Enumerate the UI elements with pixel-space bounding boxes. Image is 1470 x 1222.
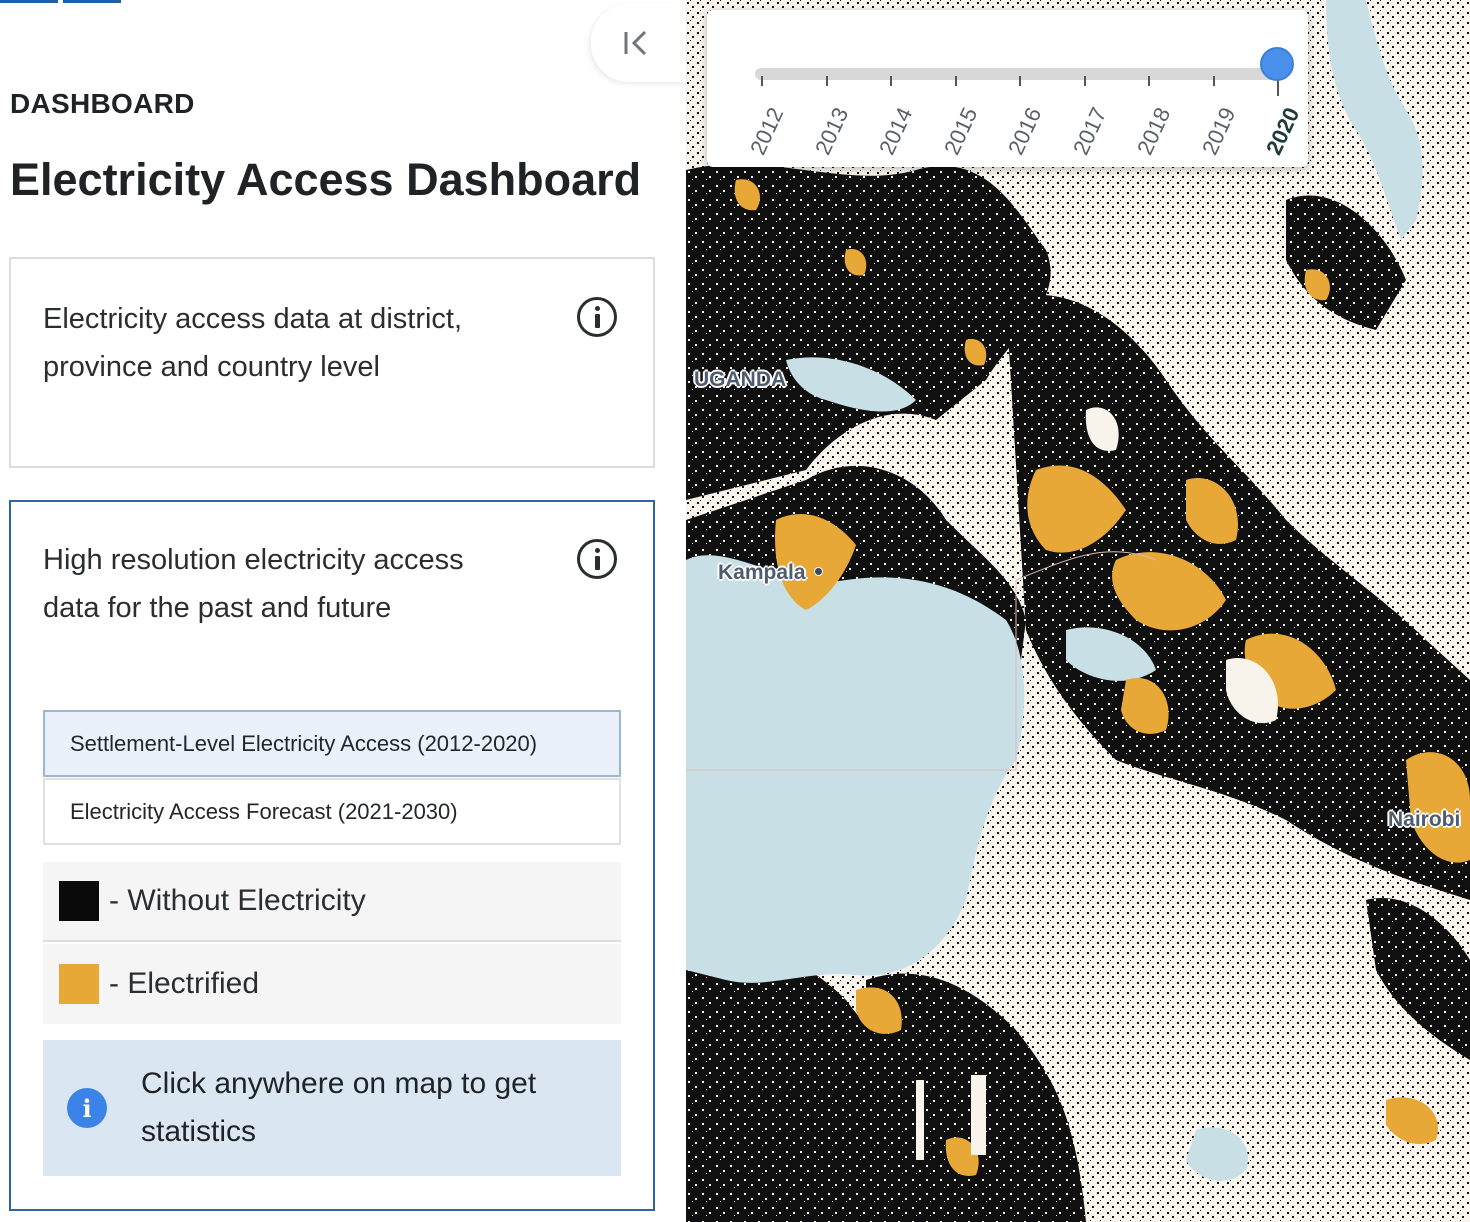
city-label-nairobi: Nairobi [1388, 808, 1461, 831]
year-label-2018[interactable]: 2018 [1132, 104, 1176, 159]
collapse-sidebar-button[interactable] [591, 4, 701, 82]
city-marker [814, 567, 823, 576]
legend-swatch [59, 881, 99, 921]
layer-option-settlement-access[interactable]: Settlement-Level Electricity Access (201… [43, 710, 621, 777]
top-accent-bar [63, 0, 121, 3]
year-tick [761, 76, 763, 86]
year-label-2015[interactable]: 2015 [939, 104, 983, 159]
legend-item-without-electricity: - Without Electricity [43, 862, 621, 942]
year-tick [825, 76, 828, 86]
top-accent-bar [0, 0, 58, 3]
year-label-2013[interactable]: 2013 [810, 104, 854, 159]
year-tick [954, 76, 957, 86]
slider-thumb[interactable] [1260, 47, 1294, 81]
year-tick [1148, 76, 1150, 86]
year-tick [1019, 76, 1021, 86]
year-tick [1212, 76, 1215, 86]
high-resolution-data-card[interactable]: High resolution electricity access data … [9, 500, 655, 1211]
map-click-notice: i Click anywhere on map to get statistic… [43, 1040, 621, 1176]
layer-option-label: Electricity Access Forecast (2021-2030) [70, 798, 458, 824]
sidebar-panel: DASHBOARD Electricity Access Dashboard E… [0, 0, 701, 1222]
section-label: DASHBOARD [10, 88, 195, 119]
slider-track[interactable] [755, 68, 1275, 80]
year-label-2019[interactable]: 2019 [1197, 104, 1241, 159]
year-label-2020[interactable]: 2020 [1261, 104, 1305, 159]
city-label-kampala: Kampala [718, 561, 806, 584]
year-timeline-slider[interactable]: 2012 2013 2014 2015 2016 2017 2018 2019 2020 [707, 10, 1308, 167]
legend-item-electrified: - Electrified [43, 944, 621, 1024]
map-canvas[interactable] [686, 0, 1470, 1222]
year-label-2012[interactable]: 2012 [745, 104, 789, 159]
layer-option-label: Settlement-Level Electricity Access (201… [70, 730, 538, 756]
info-filled-icon: i [67, 1088, 107, 1128]
year-label-2014[interactable]: 2014 [874, 104, 918, 159]
year-tick [890, 76, 892, 86]
layer-option-access-forecast[interactable]: Electricity Access Forecast (2021-2030) [43, 778, 621, 845]
electricity-access-map[interactable]: UGANDA Kampala Nairobi 2012 2013 2014 2015 2… [686, 0, 1470, 1222]
legend-swatch [59, 964, 99, 1004]
info-circle-icon[interactable] [577, 539, 617, 579]
year-tick [1083, 76, 1086, 86]
legend-label: - Without Electricity [109, 884, 366, 917]
page-title: Electricity Access Dashboard [10, 154, 642, 205]
notice-text: Click anywhere on map to get statistics [141, 1067, 537, 1148]
year-label-2016[interactable]: 2016 [1003, 104, 1047, 159]
country-label-uganda: UGANDA [694, 368, 787, 391]
info-circle-icon[interactable] [577, 297, 617, 337]
legend-label: - Electrified [109, 967, 260, 1000]
card-description: High resolution electricity access data … [43, 544, 464, 624]
district-data-card[interactable]: Electricity access data at district, pro… [9, 257, 655, 468]
collapse-left-icon [624, 30, 647, 56]
card-description: Electricity access data at district, pro… [43, 303, 463, 383]
year-tick [1277, 80, 1279, 96]
year-label-2017[interactable]: 2017 [1068, 104, 1112, 159]
